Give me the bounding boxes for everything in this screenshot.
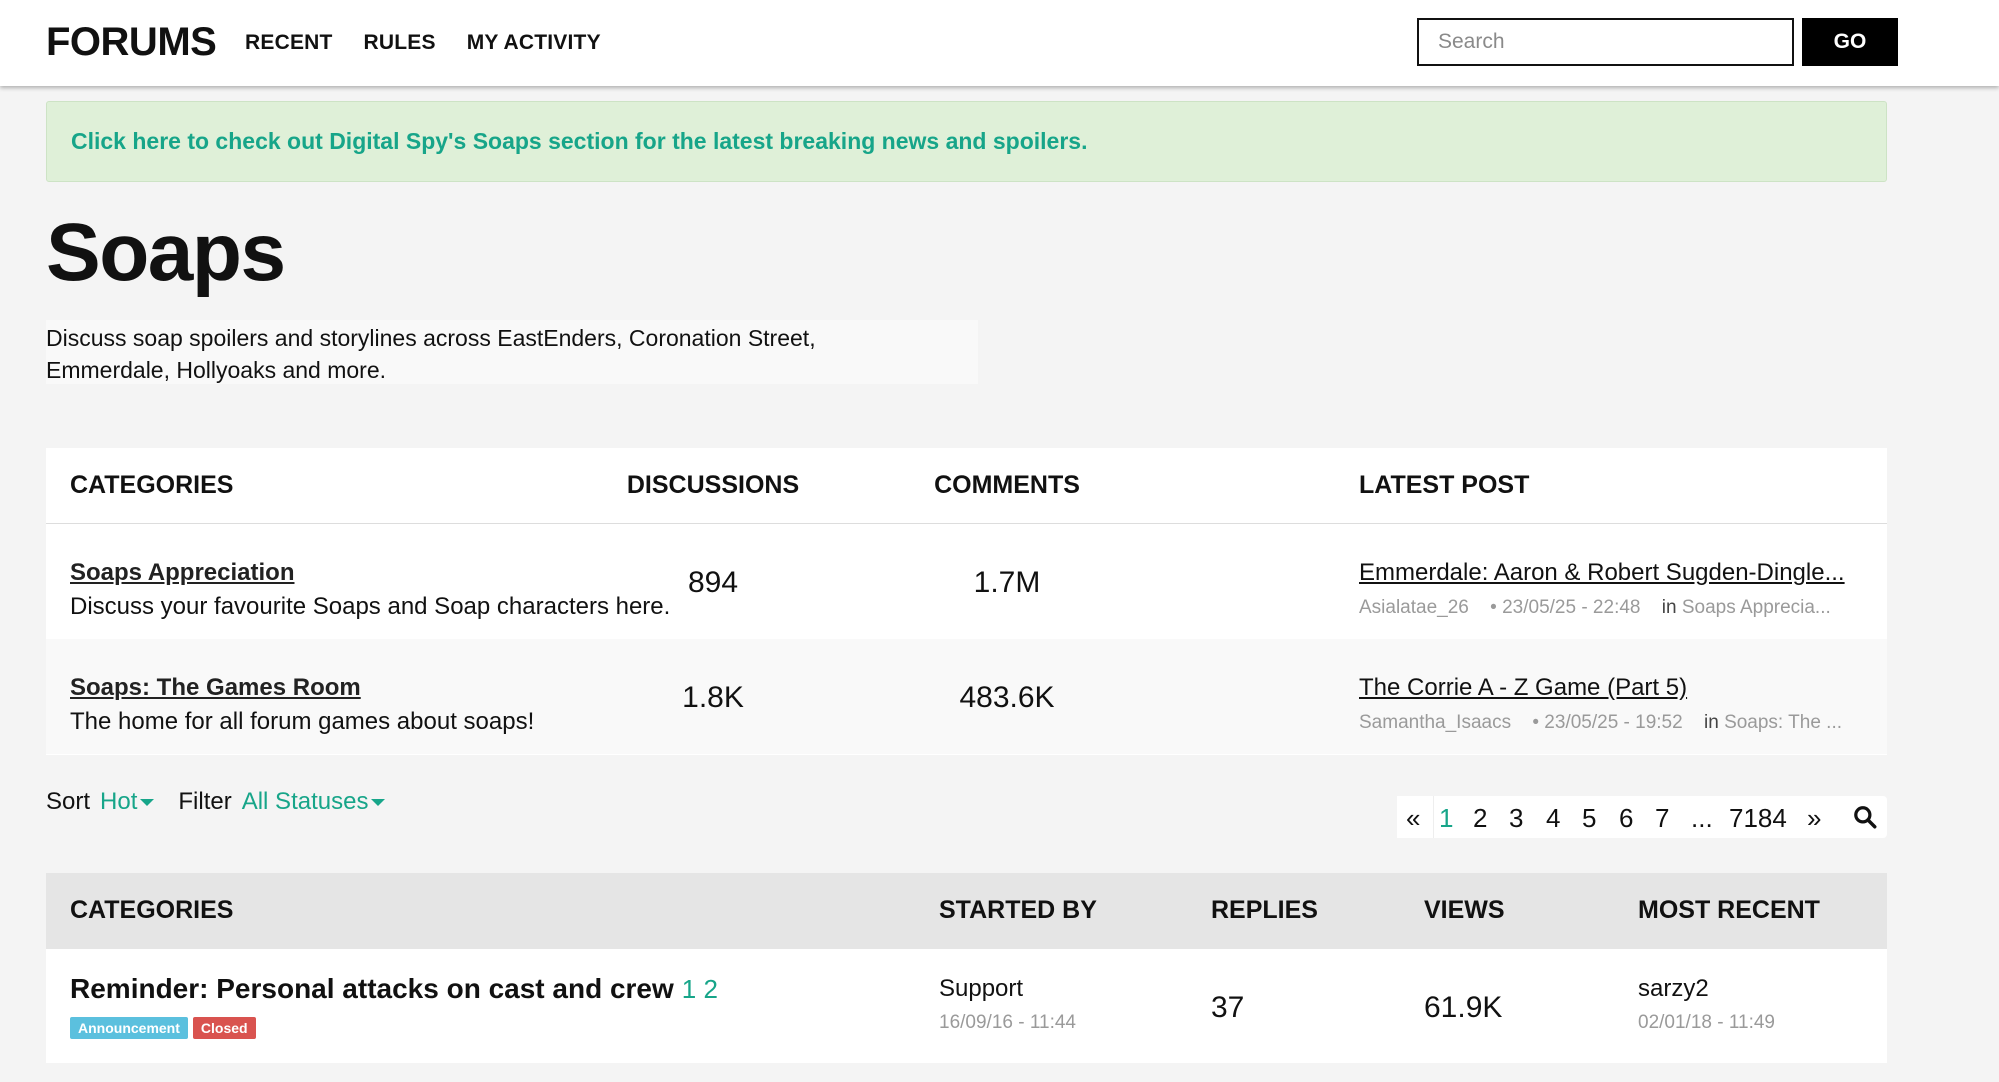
pager-page-1[interactable]: 1 (1439, 803, 1453, 834)
page-description-line2: Emmerdale, Hollyoaks and more. (46, 357, 387, 383)
latest-post-meta: Asialatae_26 • 23/05/25 - 22:48 in Soaps… (1359, 597, 1831, 619)
pager-ellipsis: ... (1691, 803, 1713, 833)
site-brand[interactable]: FORUMS (46, 20, 217, 65)
latest-post-time: • 23/05/25 - 22:48 (1490, 597, 1641, 618)
discussions-count: 1.8K (682, 681, 744, 714)
comments-count: 1.7M (973, 566, 1041, 599)
comments-count: 483.6K (959, 681, 1055, 714)
category-title[interactable]: Soaps: The Games Room (70, 674, 361, 702)
page-title: Soaps (46, 207, 286, 298)
col-views: VIEWS (1424, 896, 1505, 924)
pager-page-4[interactable]: 4 (1546, 803, 1560, 834)
pager-next[interactable]: » (1807, 803, 1821, 834)
categories-table-header: CATEGORIES DISCUSSIONS COMMENTS LATEST P… (46, 448, 1887, 524)
sort-label: Sort (46, 788, 91, 815)
latest-post-in-label: in (1661, 597, 1677, 618)
category-description: The home for all forum games about soaps… (70, 708, 535, 735)
closed-badge: Closed (192, 1017, 256, 1039)
top-nav: RECENT RULES MY ACTIVITY (245, 31, 601, 55)
sort-dropdown[interactable]: Hot (100, 788, 155, 816)
discussions-table-header: CATEGORIES STARTED BY REPLIES VIEWS MOST… (46, 873, 1887, 949)
page-description: Discuss soap spoilers and storylines acr… (46, 320, 978, 384)
promo-banner-link[interactable]: Click here to check out Digital Spy's So… (71, 128, 1087, 154)
latest-post-meta: Samantha_Isaacs • 23/05/25 - 19:52 in So… (1359, 712, 1842, 734)
discussion-page-links[interactable]: 1 2 (682, 974, 718, 1004)
nav-my-activity[interactable]: MY ACTIVITY (467, 31, 601, 55)
latest-post-user[interactable]: Samantha_Isaacs (1359, 712, 1511, 733)
latest-post-in-label: in (1703, 712, 1719, 733)
caret-down-icon (371, 799, 386, 807)
discussion-title[interactable]: Reminder: Personal attacks on cast and c… (70, 973, 674, 1004)
latest-post-category[interactable]: Soaps: The ... (1724, 712, 1842, 733)
announcement-badge: Announcement (70, 1017, 188, 1039)
pager-prev[interactable]: « (1406, 803, 1420, 834)
pagination: « 1 2 3 4 5 6 7 ... 7184 » (1397, 796, 1887, 838)
filter-value: All Statuses (241, 788, 369, 815)
col-categories: CATEGORIES (70, 896, 234, 924)
nav-recent[interactable]: RECENT (245, 31, 333, 55)
pager-page-6[interactable]: 6 (1619, 803, 1633, 834)
pager-page-7[interactable]: 7 (1655, 803, 1669, 834)
started-by-user[interactable]: Support (939, 975, 1023, 1003)
filter-label: Filter (178, 788, 232, 815)
pager-page-last[interactable]: 7184 (1729, 803, 1787, 834)
discussion-badges: Announcement Closed (70, 1017, 256, 1039)
categories-table: CATEGORIES DISCUSSIONS COMMENTS LATEST P… (46, 448, 1887, 755)
category-row: Soaps Appreciation Discuss your favourit… (46, 524, 1887, 639)
discussions-count: 894 (687, 566, 739, 599)
filter-dropdown[interactable]: All Statuses (242, 788, 386, 816)
discussions-table: CATEGORIES STARTED BY REPLIES VIEWS MOST… (46, 873, 1887, 1063)
latest-post-title[interactable]: The Corrie A - Z Game (Part 5) (1359, 674, 1687, 702)
col-replies: REPLIES (1211, 896, 1318, 924)
pager-page-2[interactable]: 2 (1473, 803, 1487, 834)
caret-down-icon (140, 799, 155, 807)
search-input[interactable] (1417, 18, 1794, 66)
col-latest-post: LATEST POST (1359, 471, 1530, 499)
page-description-line1: Discuss soap spoilers and storylines acr… (46, 325, 816, 351)
pager-page-3[interactable]: 3 (1509, 803, 1523, 834)
latest-post-time: • 23/05/25 - 19:52 (1532, 712, 1683, 733)
sort-value: Hot (100, 788, 138, 815)
category-description: Discuss your favourite Soaps and Soap ch… (70, 593, 671, 620)
category-title[interactable]: Soaps Appreciation (70, 559, 294, 587)
most-recent-user[interactable]: sarzy2 (1638, 975, 1709, 1003)
col-started-by: STARTED BY (939, 896, 1097, 924)
sort-filter-bar: Sort Hot Filter All Statuses (46, 788, 386, 816)
search-icon[interactable] (1852, 804, 1878, 830)
nav-rules[interactable]: RULES (364, 31, 436, 55)
latest-post-user[interactable]: Asialatae_26 (1359, 597, 1469, 618)
category-row: Soaps: The Games Room The home for all f… (46, 639, 1887, 754)
top-bar: FORUMS RECENT RULES MY ACTIVITY GO (0, 0, 1999, 86)
col-most-recent: MOST RECENT (1638, 896, 1820, 924)
most-recent-time: 02/01/18 - 11:49 (1638, 1012, 1775, 1033)
latest-post-title[interactable]: Emmerdale: Aaron & Robert Sugden-Dingle.… (1359, 559, 1845, 587)
col-categories: CATEGORIES (70, 471, 234, 499)
latest-post-category[interactable]: Soaps Apprecia... (1682, 597, 1831, 618)
started-by-time: 16/09/16 - 11:44 (939, 1012, 1076, 1033)
col-discussions: DISCUSSIONS (626, 471, 800, 499)
discussion-row: Reminder: Personal attacks on cast and c… (46, 949, 1887, 1063)
col-comments: COMMENTS (934, 471, 1080, 499)
replies-count: 37 (1211, 991, 1245, 1024)
views-count: 61.9K (1424, 991, 1503, 1024)
discussion-title-wrap: Reminder: Personal attacks on cast and c… (70, 973, 718, 1005)
promo-banner: Click here to check out Digital Spy's So… (46, 101, 1887, 182)
go-button[interactable]: GO (1802, 18, 1898, 66)
pager-page-5[interactable]: 5 (1582, 803, 1596, 834)
